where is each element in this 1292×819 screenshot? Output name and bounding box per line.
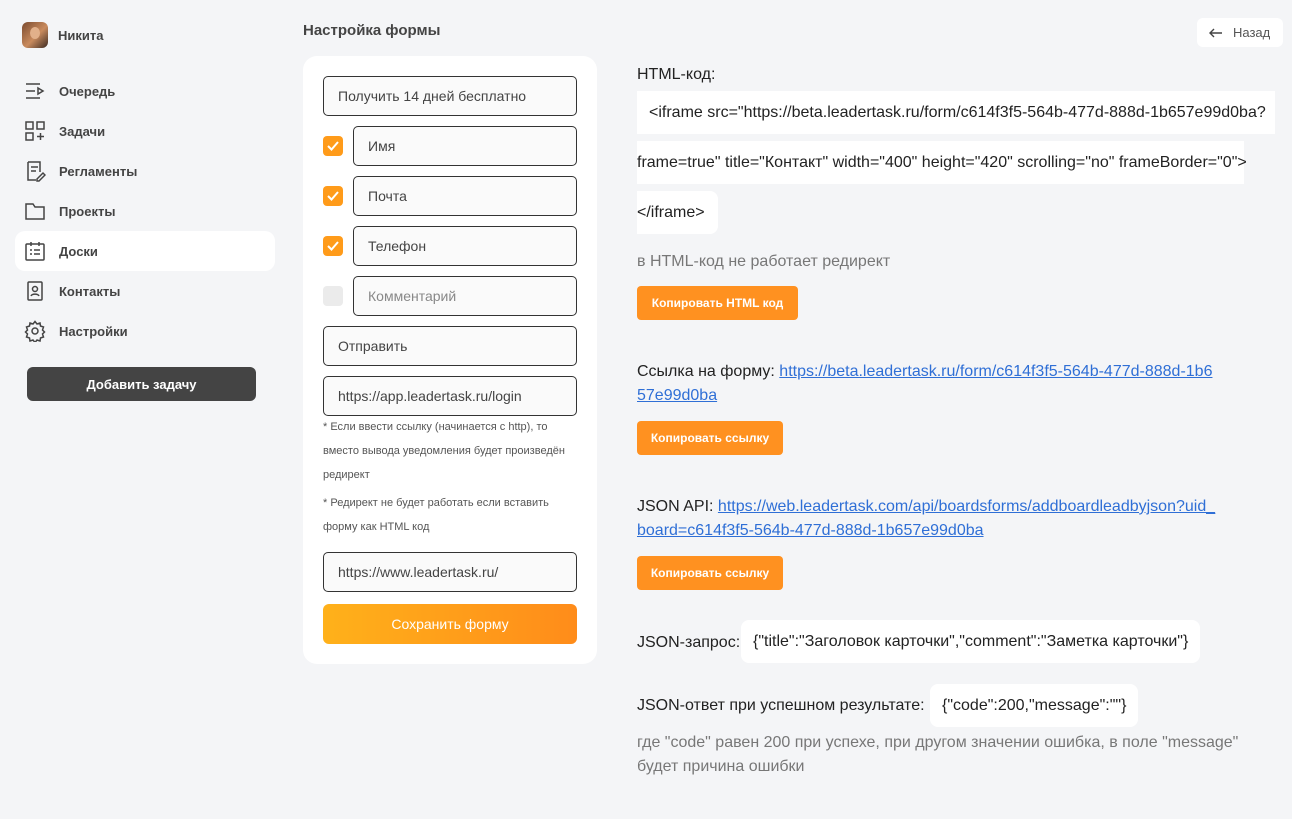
json-api-label: JSON API:	[637, 498, 718, 515]
json-api-link[interactable]: https://web.leadertask.com/api/boardsfor…	[637, 498, 1215, 539]
html-code-note: в HTML-код не работает редирект	[637, 253, 891, 270]
form-link-label: Ссылка на форму:	[637, 363, 780, 380]
sidebar-nav: Очередь Задачи Регламенты Проекты Доски …	[15, 71, 275, 351]
sidebar-item-label: Доски	[59, 243, 98, 259]
form-title-input[interactable]: Получить 14 дней бесплатно	[323, 76, 577, 116]
html-code-line-3: </iframe>	[637, 191, 718, 234]
check-icon	[327, 191, 339, 201]
json-request-label: JSON-запрос:	[637, 634, 741, 651]
check-icon	[327, 141, 339, 151]
redirect-url-input[interactable]: https://app.leadertask.ru/login	[323, 376, 577, 416]
board-icon	[25, 242, 45, 261]
gear-icon	[24, 320, 46, 342]
field-email-input[interactable]: Почта	[353, 176, 577, 216]
back-button[interactable]: Назад	[1197, 18, 1283, 47]
html-code-label: HTML-код:	[637, 66, 716, 83]
queue-icon	[26, 83, 45, 99]
json-response-note: где "code" равен 200 при успехе, при дру…	[637, 734, 1239, 775]
user-profile[interactable]: Никита	[22, 22, 103, 48]
sidebar-item-regulations[interactable]: Регламенты	[15, 151, 275, 191]
json-response-label: JSON-ответ при успешном результате:	[637, 697, 925, 714]
page-title: Настройка формы	[303, 22, 441, 39]
field-phone-input[interactable]: Телефон	[353, 226, 577, 266]
sidebar-item-boards[interactable]: Доски	[15, 231, 275, 271]
regulations-icon	[27, 161, 46, 182]
sidebar-item-contacts[interactable]: Контакты	[15, 271, 275, 311]
redirect-note: * Если ввести ссылку (начинается с http)…	[323, 421, 565, 481]
json-api-row: JSON API: https://web.leadertask.com/api…	[637, 495, 1217, 543]
checkbox-name[interactable]	[323, 136, 343, 156]
form-settings-card: Получить 14 дней бесплатно Имя Почта Тел…	[303, 56, 597, 664]
sidebar-item-label: Очередь	[59, 83, 116, 99]
sidebar-item-settings[interactable]: Настройки	[15, 311, 275, 351]
check-icon	[327, 241, 339, 251]
redirect-warning-note: * Редирект не будет работать если встави…	[323, 497, 549, 533]
checkbox-email[interactable]	[323, 186, 343, 206]
sidebar-item-label: Регламенты	[59, 163, 138, 179]
checkbox-phone[interactable]	[323, 236, 343, 256]
html-code-line-1: <iframe src="https://beta.leadertask.ru/…	[637, 91, 1275, 134]
sidebar: Никита Очередь Задачи Регламенты Проекты…	[0, 0, 290, 819]
folder-icon	[25, 203, 45, 220]
copy-html-code-button[interactable]: Копировать HTML код	[637, 286, 798, 320]
sidebar-item-label: Задачи	[59, 123, 106, 139]
sidebar-item-projects[interactable]: Проекты	[15, 191, 275, 231]
checkbox-comment[interactable]	[323, 286, 343, 306]
save-form-button[interactable]: Сохранить форму	[323, 604, 577, 644]
copy-json-api-button[interactable]: Копировать ссылку	[637, 556, 783, 590]
sidebar-item-label: Контакты	[59, 283, 121, 299]
form-link-row: Ссылка на форму: https://beta.leadertask…	[637, 360, 1217, 408]
contacts-icon	[27, 281, 43, 301]
avatar	[22, 22, 48, 48]
html-code-line-2: frame=true" title="Контакт" width="400" …	[637, 141, 1247, 184]
sidebar-item-label: Настройки	[59, 323, 128, 339]
sidebar-item-tasks[interactable]: Задачи	[15, 111, 275, 151]
tasks-icon	[25, 121, 45, 141]
field-comment-input[interactable]: Комментарий	[353, 276, 577, 316]
copy-form-link-button[interactable]: Копировать ссылку	[637, 421, 783, 455]
add-task-button[interactable]: Добавить задачу	[27, 367, 256, 401]
sidebar-item-label: Проекты	[59, 203, 116, 219]
site-url-input[interactable]: https://www.leadertask.ru/	[323, 552, 577, 592]
back-label: Назад	[1233, 25, 1271, 40]
field-name-input[interactable]: Имя	[353, 126, 577, 166]
submit-label-input[interactable]: Отправить	[323, 326, 577, 366]
json-response-value: {"code":200,"message":""}	[930, 684, 1139, 727]
arrow-left-icon	[1209, 28, 1222, 37]
user-name: Никита	[58, 27, 104, 43]
sidebar-item-queue[interactable]: Очередь	[15, 71, 275, 111]
json-request-value: {"title":"Заголовок карточки","comment":…	[741, 620, 1201, 663]
